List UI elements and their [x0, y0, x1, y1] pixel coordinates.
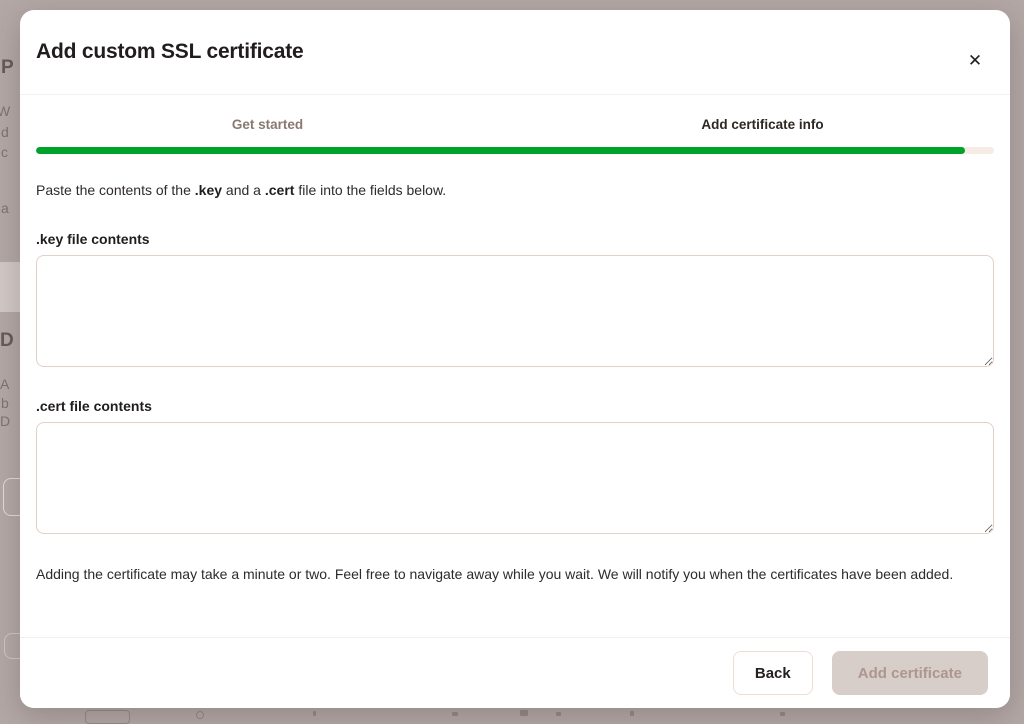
note-text: Adding the certificate may take a minute… [36, 564, 988, 586]
dimmed-page-text-fragment: b [1, 396, 9, 410]
stepper-progress-track [36, 147, 994, 154]
key-file-label: .key file contents [36, 231, 994, 247]
dimmed-page-text-fragment: d [1, 125, 9, 139]
dimmed-table-glyph [780, 712, 785, 716]
dimmed-page-text-fragment: a [1, 201, 9, 215]
close-icon[interactable]: ✕ [960, 46, 990, 76]
cert-file-label: .cert file contents [36, 398, 994, 414]
add-certificate-button[interactable]: Add certificate [832, 651, 988, 695]
dimmed-table-glyph [313, 711, 316, 716]
dialog-header: Add custom SSL certificate ✕ [20, 10, 1010, 95]
step-get-started: Get started [20, 117, 515, 132]
dialog-body: Paste the contents of the .key and a .ce… [20, 182, 1010, 586]
dimmed-table-glyph [556, 712, 561, 716]
dialog-title: Add custom SSL certificate [36, 40, 303, 64]
dialog-footer: Back Add certificate [20, 637, 1010, 708]
dimmed-page-heading-fragment: P [1, 57, 14, 79]
key-file-input[interactable] [36, 255, 994, 367]
dimmed-page-text-fragment: W [0, 104, 10, 118]
dimmed-page-text-fragment: D [0, 414, 10, 428]
stepper: Get started Add certificate info [20, 117, 1010, 132]
add-ssl-certificate-dialog: Add custom SSL certificate ✕ Get started… [20, 10, 1010, 708]
dimmed-table-glyph [520, 710, 528, 716]
dimmed-table-avatar-fragment [196, 711, 204, 719]
dimmed-table-glyph [630, 711, 634, 716]
back-button[interactable]: Back [733, 651, 813, 695]
dimmed-table-glyph [452, 712, 458, 716]
dimmed-page-text-fragment: A [0, 377, 9, 391]
dimmed-page-card-fragment [0, 262, 20, 312]
stepper-progress-fill [36, 147, 965, 154]
cert-file-input[interactable] [36, 422, 994, 534]
step-add-certificate-info: Add certificate info [515, 117, 1010, 132]
screen: { "background": { "overlay_color": "#b3a… [0, 0, 1024, 716]
dimmed-page-heading-fragment: D [0, 330, 14, 352]
dimmed-table-checkbox-fragment [85, 710, 130, 724]
intro-text: Paste the contents of the .key and a .ce… [36, 182, 994, 198]
dimmed-page-text-fragment: c [1, 145, 8, 159]
